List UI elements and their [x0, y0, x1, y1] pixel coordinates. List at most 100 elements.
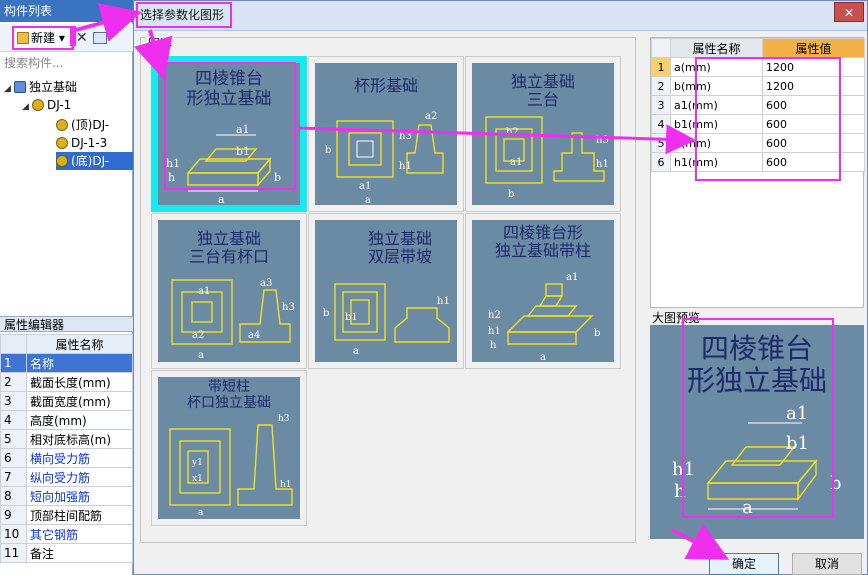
svg-text:a2: a2 — [425, 111, 437, 122]
property-row-number: 2 — [0, 372, 27, 392]
svg-text:b1: b1 — [345, 312, 358, 323]
svg-text:a1: a1 — [510, 157, 522, 168]
svg-text:a1: a1 — [359, 181, 371, 192]
param-row[interactable]: 2 b(mm) 1200 — [651, 76, 865, 96]
component-list-panel: 构件列表 新建 ▾ ✕ 搜索构件... ◢ 独立基础 ◢ DJ-1 (顶)DJ- D… — [0, 0, 133, 575]
property-row-name: 短向加强筋 — [26, 486, 133, 506]
foundation-icon — [14, 81, 26, 93]
new-icon — [17, 32, 29, 44]
shape-tile-image: 四棱锥台形 独立基础带柱 a1 h2 h1 h b a — [472, 220, 614, 362]
property-row[interactable]: 2 截面长度(mm) — [0, 372, 133, 392]
three-step-footing-drawing: b2 a1 b h3 h1 — [485, 116, 609, 200]
new-button-label: 新建 — [31, 31, 56, 45]
dialog-title: 选择参数化图形 — [140, 8, 225, 22]
parameter-table: 属性名称 属性值 1 a(mm) 1200 2 b(mm) 1200 3 a1(mm) 600 4… — [650, 37, 865, 308]
property-row-number: 3 — [0, 391, 27, 411]
svg-text:h: h — [674, 481, 686, 502]
param-row-value[interactable]: 1200 — [762, 76, 865, 96]
shape-tile-three-step-cup-footing[interactable]: 独立基础 三台有杯口 a1 a2 a a3 a4 h3 — [151, 213, 307, 369]
property-row-name: 顶部柱间配筋 — [26, 505, 133, 525]
svg-text:a: a — [540, 352, 546, 362]
shape-group-label: 图形 — [146, 35, 175, 52]
param-value-header: 属性值 — [762, 38, 865, 58]
param-name-header: 属性名称 — [670, 38, 763, 58]
param-row[interactable]: 5 h(mm) 600 — [651, 133, 865, 153]
pyramid-footing-with-column-drawing: a1 h2 h1 h b a — [488, 272, 600, 362]
new-button[interactable]: 新建 ▾ — [12, 27, 72, 49]
cup-footing-drawing: b a1 a a2 h3 h1 — [325, 111, 444, 205]
param-row-number: 5 — [651, 133, 671, 153]
svg-text:x1: x1 — [192, 474, 203, 484]
property-row[interactable]: 9 顶部柱间配筋 — [0, 505, 133, 525]
ok-button[interactable]: 确定 — [709, 553, 779, 575]
property-row[interactable]: 7 纵向受力筋 — [0, 467, 133, 487]
preview-label: 大图预览 — [650, 309, 703, 326]
svg-text:a: a — [198, 350, 204, 361]
property-editor-table: 属性名称 1 名称 2 截面长度(mm) 3 截面宽度(mm) 4 高度(mm) 5 相对底标高(… — [0, 334, 133, 563]
gear-icon — [32, 99, 44, 111]
shape-tile-image: 带短柱 杯口独立基础 y1 x1 a h3 h1 — [158, 377, 300, 519]
svg-text:b: b — [274, 171, 281, 184]
param-row-value[interactable]: 600 — [762, 114, 865, 134]
three-step-cup-footing-drawing: a1 a2 a a3 a4 h3 — [171, 278, 295, 361]
shape-tile-pyramid-footing[interactable]: 四棱锥台 形独立基础 a1 b1 h1 h b a — [151, 56, 307, 212]
shape-tile-two-layer-slope-footing[interactable]: 独立基础 双层带坡 b b1 a h1 — [308, 213, 464, 369]
component-search-input[interactable]: 搜索构件... — [4, 54, 129, 72]
tree-item-foundation[interactable]: ◢ 独立基础 — [4, 78, 77, 96]
property-row[interactable]: 10 其它钢筋 — [0, 524, 133, 544]
svg-text:a2: a2 — [192, 330, 204, 341]
svg-text:h1: h1 — [437, 296, 450, 307]
svg-text:h1: h1 — [596, 159, 609, 170]
param-row[interactable]: 6 h1(mm) 600 — [651, 152, 865, 172]
svg-text:a1: a1 — [236, 123, 250, 136]
svg-text:h1: h1 — [672, 459, 695, 480]
param-row[interactable]: 4 b1(mm) 600 — [651, 114, 865, 134]
property-row[interactable]: 6 横向受力筋 — [0, 448, 133, 468]
property-row-number: 10 — [0, 524, 27, 544]
svg-text:h: h — [168, 171, 175, 184]
param-row-value[interactable]: 1200 — [762, 57, 865, 77]
property-name-header: 属性名称 — [26, 334, 133, 354]
param-row[interactable]: 1 a(mm) 1200 — [651, 57, 865, 77]
tree-item-bottom-dj[interactable]: (底)DJ- — [56, 152, 133, 170]
param-row-number: 3 — [651, 95, 671, 115]
property-row-name: 相对底标高(m) — [26, 429, 133, 449]
param-row-name: h(mm) — [670, 133, 763, 153]
property-row[interactable]: 4 高度(mm) — [0, 410, 133, 430]
param-row[interactable]: 3 a1(mm) 600 — [651, 95, 865, 115]
property-row-name: 备注 — [26, 543, 133, 563]
property-row-number: 5 — [0, 429, 27, 449]
svg-text:h1: h1 — [166, 157, 180, 170]
tree-item-dj1[interactable]: ◢ DJ-1 — [22, 96, 71, 114]
param-row-name: h1(mm) — [670, 152, 763, 172]
property-row[interactable]: 3 截面宽度(mm) — [0, 391, 133, 411]
gear-icon — [56, 155, 68, 167]
property-row-name: 截面长度(mm) — [26, 372, 133, 392]
property-row[interactable]: 11 备注 — [0, 543, 133, 563]
param-row-value[interactable]: 600 — [762, 95, 865, 115]
shape-tile-short-column-cup-footing[interactable]: 带短柱 杯口独立基础 y1 x1 a h3 h1 — [151, 370, 307, 526]
param-row-name: b(mm) — [670, 76, 763, 96]
delete-icon[interactable]: ✕ — [76, 30, 88, 46]
shape-tile-pyramid-footing-with-column[interactable]: 四棱锥台形 独立基础带柱 a1 h2 h1 h b a — [465, 213, 621, 369]
shape-tile-cup-footing[interactable]: 杯形基础 b a1 a a2 h3 h1 — [308, 56, 464, 212]
param-row-number: 1 — [651, 57, 671, 77]
shape-tile-three-step-footing[interactable]: 独立基础 三台 b2 a1 b h3 h1 — [465, 56, 621, 212]
property-row[interactable]: 5 相对底标高(m) — [0, 429, 133, 449]
copy-icon[interactable] — [93, 32, 107, 44]
param-row-value[interactable]: 600 — [762, 152, 865, 172]
close-button[interactable]: ✕ — [834, 2, 864, 22]
svg-text:b: b — [830, 473, 842, 494]
param-row-value[interactable]: 600 — [762, 133, 865, 153]
property-row-number: 9 — [0, 505, 27, 525]
param-row-name: a1(mm) — [670, 95, 763, 115]
svg-text:h1: h1 — [399, 161, 412, 172]
property-row[interactable]: 8 短向加强筋 — [0, 486, 133, 506]
property-row-name: 截面宽度(mm) — [26, 391, 133, 411]
tree-item-top-dj[interactable]: (顶)DJ- — [56, 116, 109, 134]
tree-item-dj1-3[interactable]: DJ-1-3 — [56, 134, 107, 152]
svg-text:b1: b1 — [786, 433, 809, 454]
svg-text:h3: h3 — [596, 135, 609, 146]
cancel-button[interactable]: 取消 — [792, 553, 862, 575]
property-row[interactable]: 1 名称 — [0, 353, 133, 373]
